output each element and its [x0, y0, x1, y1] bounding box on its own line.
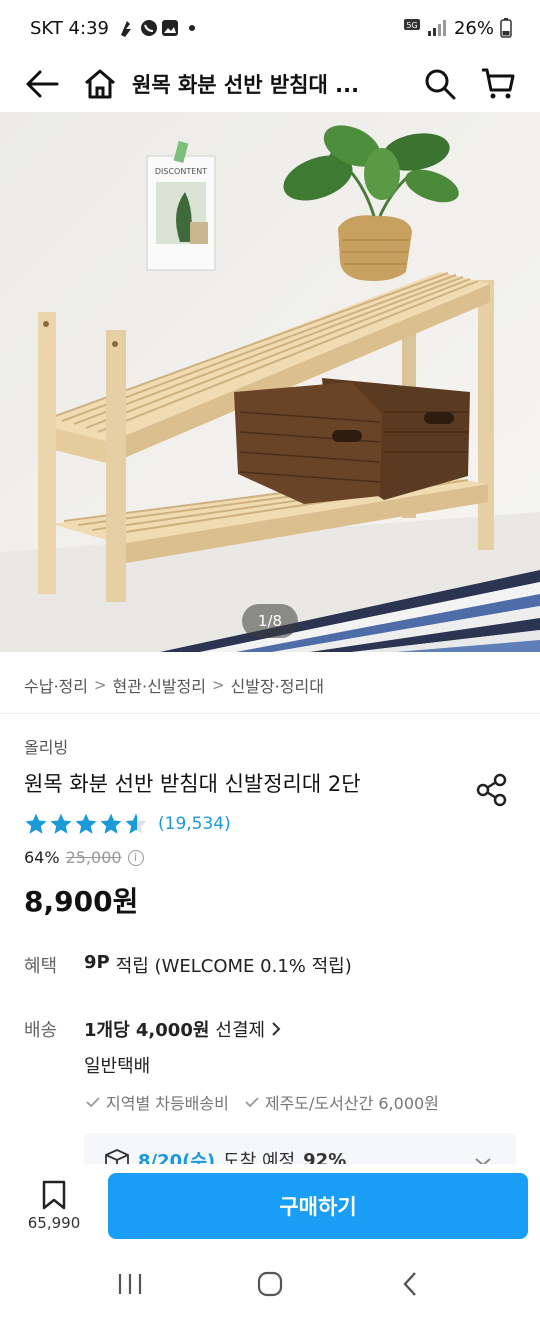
shipping-note: 제주도/도서산간 6,000원 [245, 1090, 439, 1114]
recent-apps-button[interactable] [106, 1260, 154, 1308]
shipping-notes: 지역별 차등배송비 제주도/도서산간 6,000원 [86, 1090, 439, 1114]
price-row: 64% 25,000 i [24, 848, 144, 867]
delivery-text: 도착 예정 [223, 1151, 296, 1165]
benefit-points: 9P [84, 952, 110, 973]
benefit-text: 적립 (WELCOME 0.1% 적립) [115, 956, 352, 977]
recent-apps-icon [118, 1274, 142, 1294]
delivery-percent: 92% [303, 1149, 347, 1166]
shipping-note: 지역별 차등배송비 [86, 1090, 229, 1114]
chevron-right-icon: > [211, 676, 225, 694]
breadcrumb-item[interactable]: 수납·정리 [24, 673, 88, 697]
status-right: 5G 26% [403, 17, 512, 39]
back-nav-button[interactable] [386, 1260, 434, 1308]
home-icon [85, 69, 115, 99]
product-photo-illustration: DISCONTENT [0, 112, 540, 652]
benefit-info: 9P 적립 (WELCOME 0.1% 적립) [84, 952, 352, 978]
chevron-right-icon: > [93, 676, 107, 694]
delivery-estimate[interactable]: 8/20(수) 도착 예정 92% [84, 1133, 516, 1165]
poster-text: DISCONTENT [155, 167, 207, 176]
search-button[interactable] [420, 64, 460, 104]
status-bar: SKT 4:39 5G 26% [0, 0, 540, 56]
nav-actions [420, 64, 518, 104]
chevron-right-icon [272, 1022, 281, 1036]
shipping-fee-row[interactable]: 1개당 4,000원 선결제 [84, 1016, 281, 1042]
check-icon [245, 1097, 259, 1108]
benefit-label: 혜택 [24, 956, 58, 977]
shipping-label: 배송 [24, 1020, 58, 1041]
carrier-time: SKT 4:39 [30, 17, 109, 39]
buy-button[interactable]: 구매하기 [108, 1173, 528, 1239]
shipping-method: 일반택배 [84, 1056, 151, 1077]
sale-price: 8,900원 [24, 885, 139, 918]
back-button[interactable] [22, 64, 62, 104]
shipping-note-text: 제주도/도서산간 6,000원 [264, 1094, 439, 1113]
search-icon [425, 69, 456, 100]
share-icon [476, 773, 507, 807]
star-half-icon [125, 813, 147, 834]
back-arrow-icon [26, 70, 59, 98]
bottom-action-bar: 65,990 구매하기 [0, 1164, 540, 1248]
poster: DISCONTENT [146, 141, 216, 271]
notification-icons [117, 17, 197, 39]
breadcrumb-item[interactable]: 현관·신발정리 [113, 673, 206, 697]
original-price: 25,000 [65, 848, 122, 867]
rating[interactable]: (19,534) [24, 812, 231, 836]
star-full-icon [75, 813, 97, 834]
page-title: 원목 화분 선반 받침대 ... [132, 73, 360, 97]
status-left: SKT 4:39 [30, 17, 197, 39]
top-nav: 원목 화분 선반 받침대 ... [0, 56, 540, 112]
breadcrumb-item[interactable]: 신발장·정리대 [231, 673, 324, 697]
star-rating [24, 812, 148, 836]
shipping-fee: 1개당 4,000원 [84, 1020, 210, 1041]
baskets [234, 378, 470, 504]
star-full-icon [100, 813, 122, 834]
battery-percent: 26% [453, 17, 494, 39]
shipping-note-text: 지역별 차등배송비 [106, 1094, 229, 1113]
svg-text:5G: 5G [406, 21, 417, 30]
delivery-estimate-content: 8/20(수) 도착 예정 92% [104, 1147, 346, 1165]
share-button[interactable] [474, 772, 510, 808]
network-5g-icon: 5G [403, 18, 448, 38]
brand-name[interactable]: 올리빙 [24, 734, 68, 758]
home-button[interactable] [80, 64, 120, 104]
battery-icon [500, 18, 512, 38]
home-nav-button[interactable] [246, 1260, 294, 1308]
system-nav-bar [0, 1248, 540, 1320]
review-count[interactable]: (19,534) [158, 814, 231, 834]
bookmark-icon [42, 1180, 66, 1210]
delivery-box-icon [105, 1149, 129, 1165]
cart-icon [482, 68, 515, 99]
product-image[interactable]: DISCONTENT [0, 112, 540, 652]
scrap-button[interactable]: 65,990 [16, 1180, 92, 1232]
product-title: 원목 화분 선반 받침대 신발정리대 2단 [24, 772, 361, 796]
star-full-icon [25, 813, 47, 834]
scrap-count: 65,990 [27, 1214, 81, 1232]
back-chevron-icon [403, 1272, 416, 1296]
delivery-date: 8/20(수) [138, 1151, 216, 1165]
divider [0, 713, 540, 714]
home-circle-icon [257, 1271, 283, 1297]
star-full-icon [50, 813, 72, 834]
check-icon [86, 1097, 100, 1108]
cart-button[interactable] [478, 64, 518, 104]
info-icon[interactable]: i [127, 849, 144, 866]
shipping-payment: 선결제 [215, 1020, 266, 1041]
breadcrumb: 수납·정리 > 현관·신발정리 > 신발장·정리대 [24, 668, 516, 702]
image-counter: 1/8 [242, 604, 298, 638]
discount-rate: 64% [24, 848, 60, 867]
